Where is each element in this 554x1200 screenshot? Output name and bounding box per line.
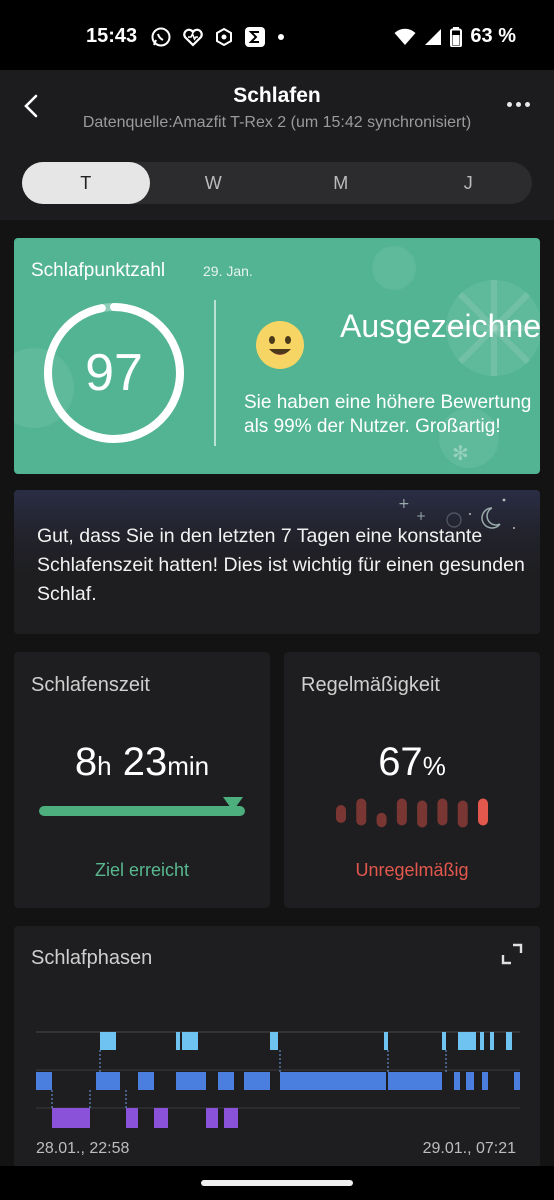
sleep-goal-status: Ziel erreicht	[94, 860, 190, 880]
wifi-icon	[394, 28, 416, 45]
happy-face-icon	[256, 321, 304, 369]
sleep-goal-progress-bar	[39, 806, 245, 816]
sleep-hours-unit: h	[97, 751, 112, 781]
divider	[214, 300, 216, 446]
status-bar: 15:43 63 %	[0, 0, 554, 70]
regularity-bar	[478, 798, 488, 826]
whatsapp-icon	[151, 27, 171, 47]
regularity-bar	[417, 800, 428, 828]
regularity-tile[interactable]: Regelmäßigkeit 67% Unregelmäßig	[284, 652, 540, 908]
light-sleep-segments	[36, 1072, 520, 1090]
system-nav-bar	[0, 1166, 554, 1200]
system-icons: 63 %	[394, 25, 516, 48]
app-header: Schlafen Datenquelle:Amazfit T-Rex 2 (um…	[0, 70, 554, 220]
heart-icon	[183, 28, 203, 47]
status-time: 15:43	[86, 25, 138, 47]
regularity-bar	[457, 800, 468, 828]
home-gesture-handle[interactable]	[201, 1180, 353, 1186]
deep-sleep-segments	[52, 1108, 238, 1128]
regularity-title: Regelmäßigkeit	[301, 674, 440, 696]
app-icon	[216, 27, 232, 47]
score-date: 29. Jan.	[203, 263, 253, 279]
sleep-end-time: 29.01., 07:21	[422, 1140, 516, 1157]
awake-segments	[100, 1032, 512, 1050]
sleep-score-card[interactable]: ✻ Schlafpunktzahl 29. Jan. 97 Ausgezeich…	[14, 238, 540, 474]
regularity-bar	[376, 812, 387, 828]
expand-icon[interactable]	[500, 942, 524, 966]
sleep-tip-card: + + Gut, dass Sie in den letzten 7 Tagen…	[14, 490, 540, 634]
sleep-phases-card[interactable]: Schlafphasen 28.01., 22:58 29.01., 07:21	[14, 926, 540, 1186]
tab-day[interactable]: T	[22, 162, 150, 204]
page-title: Schlafen	[233, 84, 321, 107]
more-dot-icon	[507, 102, 512, 107]
more-dot-icon	[525, 102, 530, 107]
more-dot-icon	[516, 102, 521, 107]
sleep-start-time: 28.01., 22:58	[36, 1140, 130, 1157]
data-source-subtitle: Datenquelle:Amazfit T-Rex 2 (um 15:42 sy…	[82, 114, 472, 131]
signal-icon	[425, 28, 442, 45]
goal-marker-icon	[223, 797, 243, 811]
regularity-status: Unregelmäßig	[355, 860, 469, 880]
regularity-bars	[336, 798, 488, 828]
sleep-hours: 8	[74, 740, 98, 784]
sleep-time-title: Schlafenszeit	[31, 674, 150, 696]
sleep-time-tile[interactable]: Schlafenszeit 8h 23min Ziel erreicht	[14, 652, 270, 908]
tab-year[interactable]: J	[405, 162, 533, 204]
dot-icon	[278, 34, 284, 40]
regularity-bar	[396, 798, 407, 826]
tab-month[interactable]: M	[277, 162, 405, 204]
sleep-phases-chart	[36, 1031, 520, 1128]
sleep-score-value: 97	[85, 344, 143, 402]
period-tabs: T W M J	[22, 162, 532, 204]
score-description: Sie haben eine höhere Bewertung als 99% …	[244, 392, 532, 437]
regularity-bar	[336, 805, 346, 823]
sleep-tip-text: Gut, dass Sie in den letzten 7 Tagen ein…	[37, 525, 525, 605]
svg-text:+: +	[398, 496, 410, 512]
regularity-value-wrap: 67%	[284, 740, 540, 785]
svg-text:+: +	[416, 509, 426, 523]
sleep-duration-value: 8h 23min	[14, 740, 270, 785]
sleep-minutes-unit: min	[167, 751, 210, 781]
tab-week[interactable]: W	[150, 162, 278, 204]
sleep-phases-title: Schlafphasen	[31, 947, 153, 969]
battery-icon	[450, 26, 463, 47]
regularity-bar	[437, 798, 448, 826]
svg-text:✻: ✻	[452, 441, 469, 465]
score-rating: Ausgezeichnet	[340, 308, 540, 344]
more-options-button[interactable]	[507, 102, 530, 107]
regularity-value: 67	[378, 740, 423, 784]
score-label: Schlafpunktzahl	[31, 260, 166, 281]
regularity-bar	[356, 798, 367, 826]
sleep-minutes: 23	[122, 740, 168, 784]
notification-icons	[150, 26, 286, 48]
regularity-unit: %	[422, 751, 446, 781]
battery-percent: 63 %	[470, 25, 516, 47]
sigma-icon	[245, 27, 265, 47]
